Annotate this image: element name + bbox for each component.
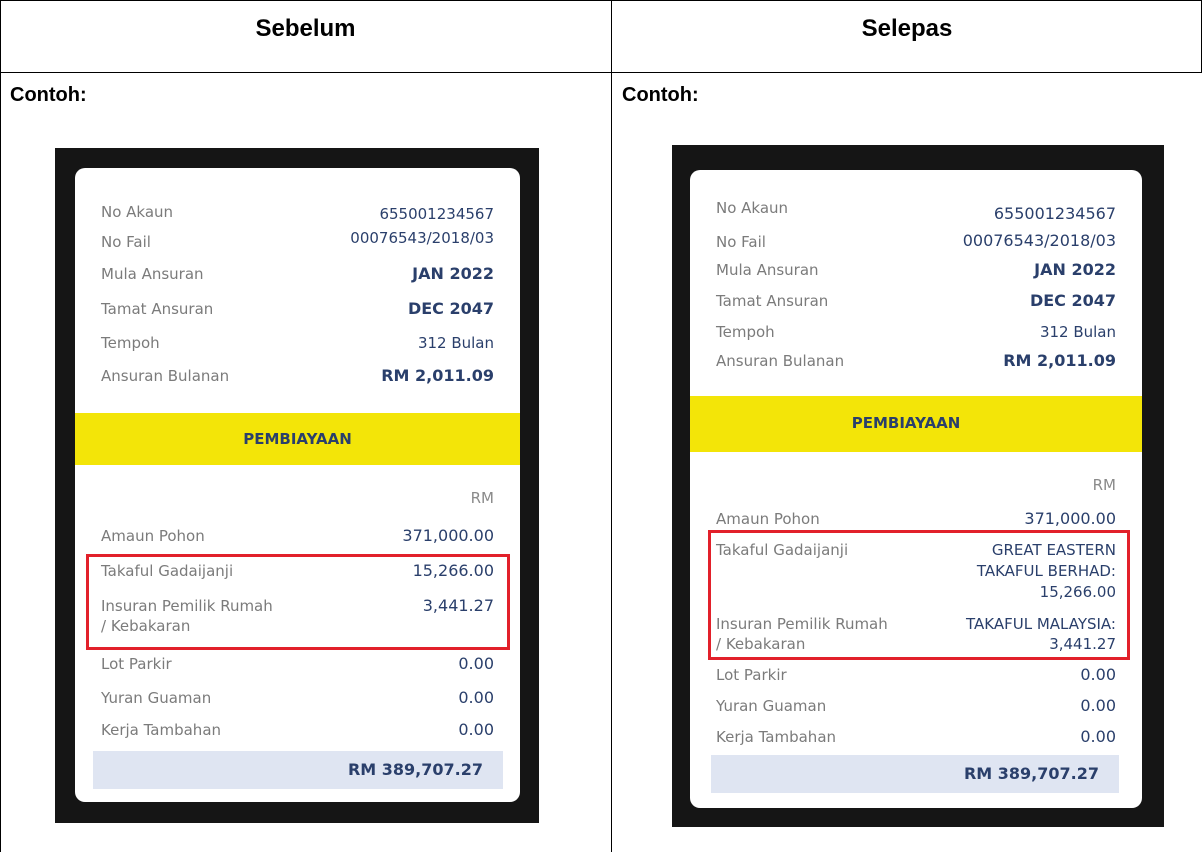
row-ansuran-bulanan: Ansuran Bulanan RM 2,011.09: [75, 366, 520, 398]
total-amount: RM 389,707.27: [93, 751, 503, 789]
row-value: JAN 2022: [1034, 260, 1116, 279]
row-tempoh: Tempoh 312 Bulan: [75, 333, 520, 365]
total-amount: RM 389,707.27: [711, 755, 1119, 793]
row-label: Tamat Ansuran: [101, 300, 214, 318]
row-value: 00076543/2018/03: [350, 229, 494, 247]
currency-row: RM: [75, 488, 520, 520]
row-value: 312 Bulan: [1039, 323, 1116, 341]
table-column-divider: [611, 0, 612, 852]
row-label: Lot Parkir: [716, 666, 787, 684]
row-label: Ansuran Bulanan: [716, 352, 845, 370]
currency-row: RM: [690, 475, 1142, 507]
row-value: DEC 2047: [1029, 291, 1116, 310]
row-yuran-guaman: Yuran Guaman 0.00: [690, 696, 1142, 728]
row-label: Amaun Pohon: [101, 527, 205, 545]
row-label: Yuran Guaman: [101, 689, 212, 707]
screenshot-after: No Akaun 655001234567 No Fail 00076543/2…: [672, 145, 1164, 827]
row-tamat-ansuran: Tamat Ansuran DEC 2047: [75, 299, 520, 331]
row-label: No Akaun: [716, 199, 789, 217]
table-border-top: [0, 0, 1202, 1]
row-label: No Akaun: [101, 203, 174, 221]
row-label: Tamat Ansuran: [716, 292, 829, 310]
section-header-pembiayaan: PEMBIAYAAN: [690, 396, 1142, 452]
row-label: No Fail: [716, 233, 766, 251]
column-header-before: Sebelum: [255, 15, 356, 42]
column-header-after: Selepas: [861, 15, 953, 42]
row-value: 0.00: [1080, 696, 1116, 715]
row-yuran-guaman: Yuran Guaman 0.00: [75, 688, 520, 720]
row-tempoh: Tempoh 312 Bulan: [690, 322, 1142, 354]
row-label: Kerja Tambahan: [101, 721, 222, 739]
row-lot-parkir: Lot Parkir 0.00: [75, 654, 520, 686]
row-value: 371,000.00: [402, 526, 494, 545]
row-value: 0.00: [1080, 727, 1116, 746]
currency-label: RM: [470, 489, 494, 507]
screenshot-before: No Akaun 655001234567 No Fail 00076543/2…: [55, 148, 539, 823]
row-value: 00076543/2018/03: [962, 231, 1116, 250]
row-value: 0.00: [458, 654, 494, 673]
row-ansuran-bulanan: Ansuran Bulanan RM 2,011.09: [690, 351, 1142, 383]
row-label: Tempoh: [101, 334, 160, 352]
row-value: 655001234567: [993, 204, 1116, 223]
row-label: Mula Ansuran: [101, 265, 204, 283]
row-value: 655001234567: [379, 205, 494, 223]
row-label: Amaun Pohon: [716, 510, 820, 528]
row-tamat-ansuran: Tamat Ansuran DEC 2047: [690, 291, 1142, 323]
row-value: RM 2,011.09: [1003, 351, 1116, 370]
row-label: Yuran Guaman: [716, 697, 827, 715]
example-label-after: Contoh:: [622, 84, 699, 106]
row-no-akaun: No Akaun 655001234567: [690, 198, 1142, 230]
row-value: 0.00: [458, 688, 494, 707]
loan-summary-card-after: No Akaun 655001234567 No Fail 00076543/2…: [690, 170, 1142, 808]
table-header-divider: [0, 72, 1202, 73]
example-label-before: Contoh:: [10, 84, 87, 106]
section-header-pembiayaan: PEMBIAYAAN: [75, 413, 520, 465]
row-value: RM 2,011.09: [381, 366, 494, 385]
row-label: Lot Parkir: [101, 655, 172, 673]
row-label: Kerja Tambahan: [716, 728, 837, 746]
row-kerja-tambahan: Kerja Tambahan 0.00: [75, 720, 520, 752]
currency-label: RM: [1092, 476, 1116, 494]
row-value: 371,000.00: [1024, 509, 1116, 528]
highlight-box-after: [708, 530, 1130, 660]
row-label: Tempoh: [716, 323, 775, 341]
loan-summary-card-before: No Akaun 655001234567 No Fail 00076543/2…: [75, 168, 520, 802]
row-label: No Fail: [101, 233, 151, 251]
table-border-left: [0, 0, 1, 852]
row-value: 0.00: [1080, 665, 1116, 684]
row-value: 0.00: [458, 720, 494, 739]
row-value: JAN 2022: [412, 264, 494, 283]
row-mula-ansuran: Mula Ansuran JAN 2022: [75, 264, 520, 296]
highlight-box-before: [86, 554, 510, 650]
row-lot-parkir: Lot Parkir 0.00: [690, 665, 1142, 697]
row-label: Mula Ansuran: [716, 261, 819, 279]
row-label: Ansuran Bulanan: [101, 367, 230, 385]
row-no-fail: No Fail 00076543/2018/03: [75, 228, 520, 260]
row-value: 312 Bulan: [417, 334, 494, 352]
row-no-fail: No Fail 00076543/2018/03: [690, 228, 1142, 260]
row-mula-ansuran: Mula Ansuran JAN 2022: [690, 260, 1142, 292]
row-value: DEC 2047: [407, 299, 494, 318]
